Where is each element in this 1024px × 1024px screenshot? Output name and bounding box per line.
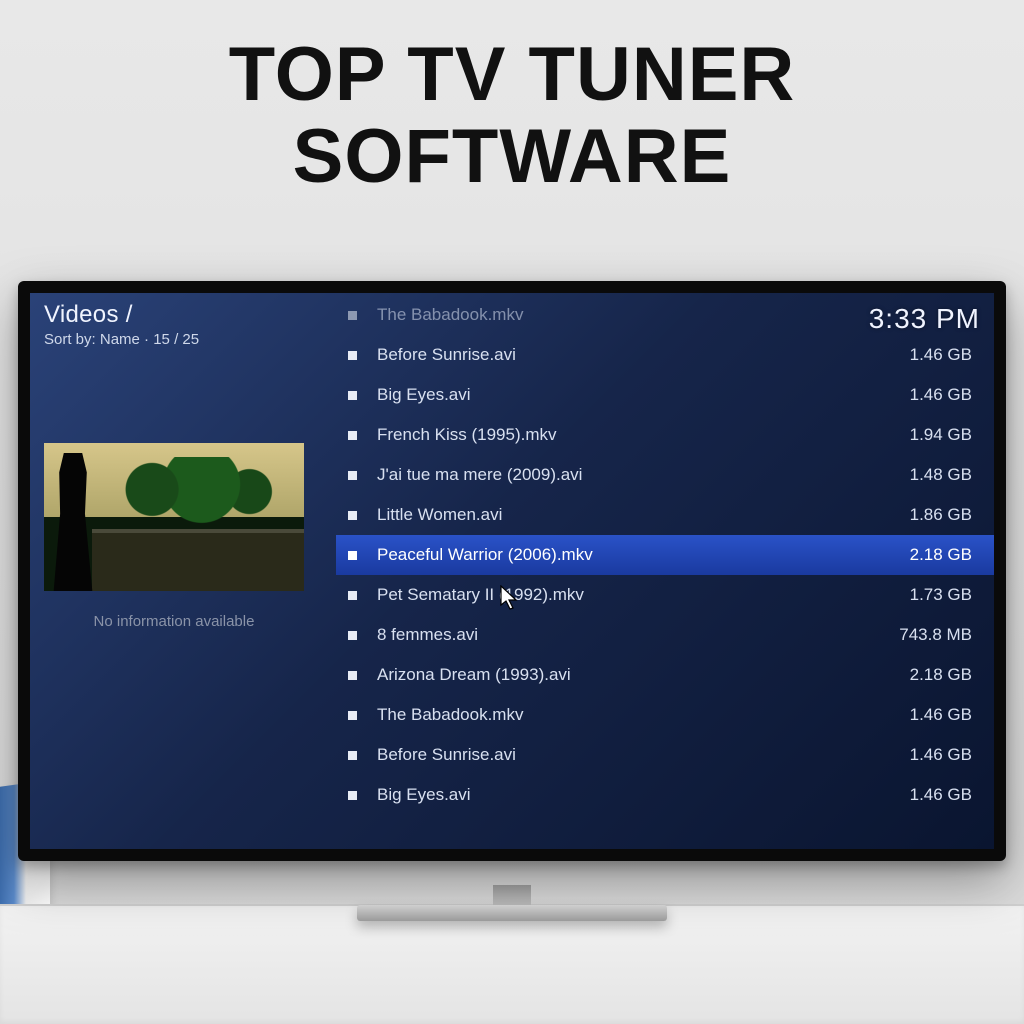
sort-prefix: Sort by: — [44, 331, 96, 348]
list-item[interactable]: Little Women.avi 1.86 GB — [336, 495, 994, 535]
headline-line1: TOP TV TUNER — [0, 34, 1024, 116]
tv-monitor: Videos / Sort by: Name · 15 / 25 3:33 PM — [18, 281, 1006, 891]
tv-stand-base — [357, 905, 667, 921]
file-name: The Babadook.mkv — [377, 705, 872, 725]
file-name: Big Eyes.avi — [377, 785, 872, 805]
file-size: 1.46 GB — [892, 705, 972, 725]
headline-line2: SOFTWARE — [0, 116, 1024, 198]
file-name: French Kiss (1995).mkv — [377, 425, 872, 445]
file-name: Before Sunrise.avi — [377, 745, 872, 765]
file-size: 1.46 GB — [892, 385, 972, 405]
sidebar: No information available — [44, 443, 304, 630]
file-icon — [348, 591, 357, 600]
list-item[interactable]: 8 femmes.avi 743.8 MB — [336, 615, 994, 655]
clock: 3:33 PM — [869, 303, 980, 335]
file-name: Pet Sematary II (1992).mkv — [377, 585, 872, 605]
list-item[interactable]: Arizona Dream (1993).avi 2.18 GB — [336, 655, 994, 695]
list-item[interactable]: Pet Sematary II (1992).mkv 1.73 GB — [336, 575, 994, 615]
file-name: Arizona Dream (1993).avi — [377, 665, 872, 685]
file-size: 1.48 GB — [892, 465, 972, 485]
sort-field: Name — [100, 331, 140, 348]
file-icon — [348, 471, 357, 480]
file-name: Little Women.avi — [377, 505, 872, 525]
file-size: 1.73 GB — [892, 585, 972, 605]
breadcrumb[interactable]: Videos / — [44, 301, 199, 329]
list-item[interactable]: Before Sunrise.avi 1.46 GB — [336, 735, 994, 775]
file-name: Before Sunrise.avi — [377, 345, 872, 365]
header-left: Videos / Sort by: Name · 15 / 25 — [44, 301, 199, 348]
file-icon — [348, 391, 357, 400]
file-size: 1.46 GB — [892, 745, 972, 765]
file-icon — [348, 711, 357, 720]
file-icon — [348, 631, 357, 640]
decorative-shelf — [0, 904, 1024, 1024]
file-name: Big Eyes.avi — [377, 385, 872, 405]
tv-stand-neck — [493, 885, 531, 907]
file-size: 1.94 GB — [892, 425, 972, 445]
video-preview[interactable] — [44, 443, 304, 591]
file-size: 2.18 GB — [892, 665, 972, 685]
list-item[interactable]: Peaceful Warrior (2006).mkv 2.18 GB — [336, 535, 994, 575]
file-size: 1.86 GB — [892, 505, 972, 525]
file-icon — [348, 551, 357, 560]
file-name: Peaceful Warrior (2006).mkv — [377, 545, 872, 565]
file-icon — [348, 791, 357, 800]
list-item[interactable]: J'ai tue ma mere (2009).avi 1.48 GB — [336, 455, 994, 495]
file-name: J'ai tue ma mere (2009).avi — [377, 465, 872, 485]
list-item[interactable]: French Kiss (1995).mkv 1.94 GB — [336, 415, 994, 455]
file-list[interactable]: The Babadook.mkv Before Sunrise.avi 1.46 G… — [336, 295, 994, 849]
sort-separator: · — [144, 331, 153, 348]
media-center-screen: Videos / Sort by: Name · 15 / 25 3:33 PM — [30, 293, 994, 849]
file-size: 1.46 GB — [892, 785, 972, 805]
no-info-label: No information available — [44, 613, 304, 630]
file-size: 1.46 GB — [892, 345, 972, 365]
screen-header: Videos / Sort by: Name · 15 / 25 3:33 PM — [44, 301, 980, 348]
file-icon — [348, 431, 357, 440]
page-headline: TOP TV TUNER SOFTWARE — [0, 0, 1024, 198]
file-name: 8 femmes.avi — [377, 625, 872, 645]
file-icon — [348, 671, 357, 680]
file-icon — [348, 751, 357, 760]
tv-frame: Videos / Sort by: Name · 15 / 25 3:33 PM — [18, 281, 1006, 861]
list-item[interactable]: The Babadook.mkv 1.46 GB — [336, 695, 994, 735]
file-icon — [348, 351, 357, 360]
file-size: 743.8 MB — [892, 625, 972, 645]
file-icon — [348, 511, 357, 520]
list-item[interactable]: Big Eyes.avi 1.46 GB — [336, 775, 994, 815]
sort-line[interactable]: Sort by: Name · 15 / 25 — [44, 331, 199, 348]
file-size: 2.18 GB — [892, 545, 972, 565]
list-position: 15 / 25 — [153, 331, 199, 348]
list-item[interactable]: Big Eyes.avi 1.46 GB — [336, 375, 994, 415]
